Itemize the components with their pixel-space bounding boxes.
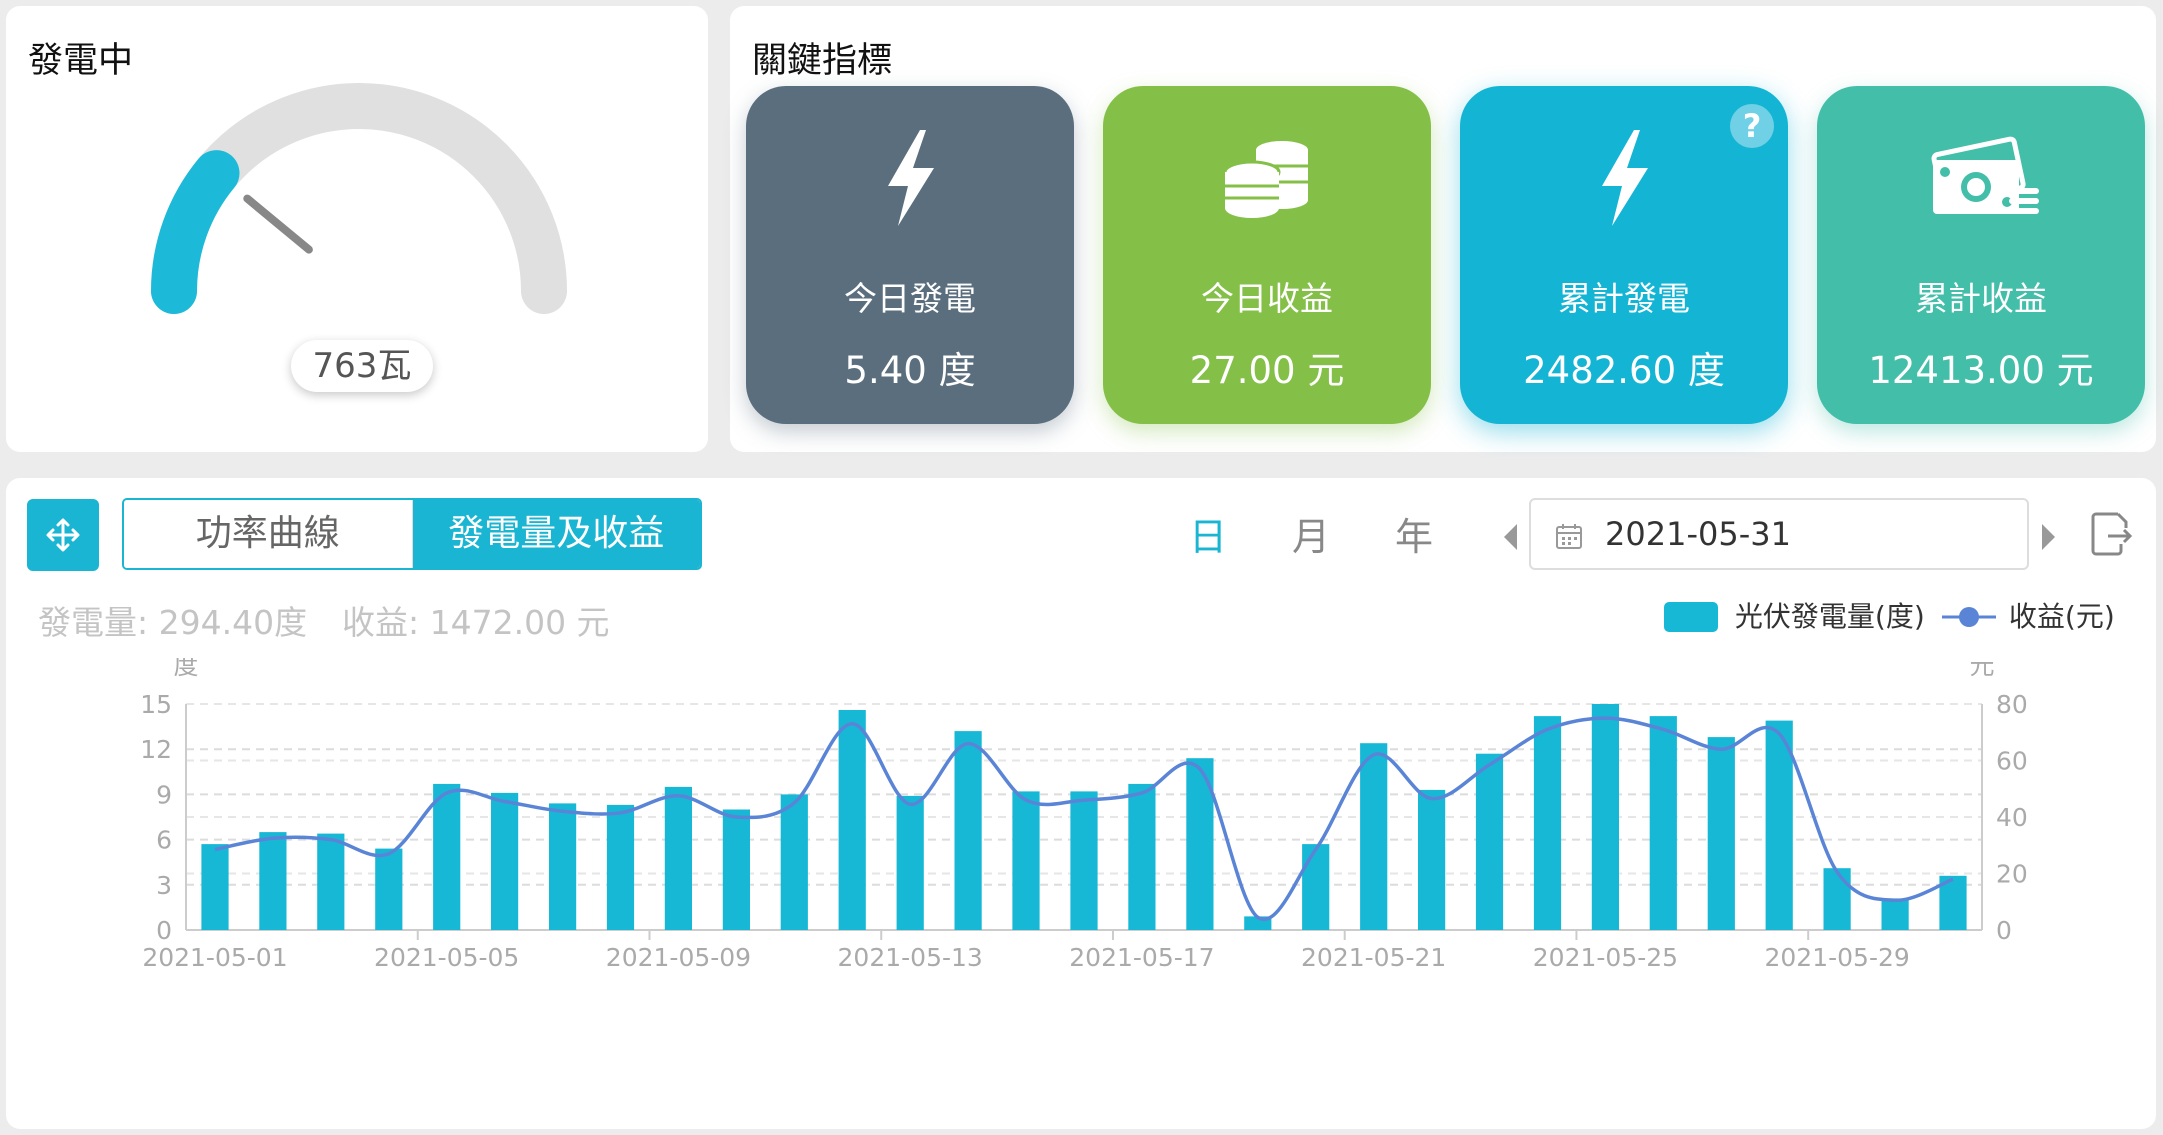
bar <box>259 832 287 930</box>
x-tick-label: 2021-05-05 <box>374 943 519 972</box>
x-tick-label: 2021-05-25 <box>1533 943 1678 972</box>
legend-bar-label: 光伏發電量(度) <box>1734 600 1925 633</box>
bar <box>317 833 345 930</box>
bar <box>549 803 577 930</box>
generation-revenue-chart: 度 元 0 3 6 9 12 15 0 20 40 60 80 2021-05-01 2021-05-05 2… <box>140 658 2028 972</box>
bar <box>1070 791 1098 930</box>
bar <box>1533 716 1562 930</box>
chart-tabs: 功率曲線 發電量及收益 <box>122 498 702 570</box>
period-year[interactable]: 年 <box>1395 506 1433 561</box>
bar <box>375 848 403 930</box>
coins-icon <box>1223 141 1308 218</box>
x-tick-label: 2021-05-01 <box>142 943 287 972</box>
gauge-needle <box>243 194 313 254</box>
bar <box>1707 737 1735 930</box>
gauge-value: 763瓦 <box>291 340 433 392</box>
generation-revenue-panel: 功率曲線 發電量及收益 日 月 年 2021-05-31 發電量: 294.40… <box>6 478 2156 1129</box>
date-picker[interactable]: 2021-05-31 <box>1529 498 2029 570</box>
kpi-label: 今日發電 <box>844 279 976 318</box>
y-right-tick-label: 0 <box>1996 916 2012 945</box>
y-right-tick-label: 20 <box>1996 860 2028 889</box>
x-tick-label: 2021-05-13 <box>838 943 983 972</box>
x-tick-label: 2021-05-29 <box>1765 943 1910 972</box>
kpi-value: 27.00 元 <box>1189 349 1345 392</box>
y-right-tick-label: 60 <box>1996 747 2028 776</box>
kpi-value: 2482.60 度 <box>1523 349 1725 392</box>
y-left-tick-label: 3 <box>156 871 172 900</box>
y-left-unit-label: 度 <box>173 658 198 680</box>
legend-bar-swatch <box>1664 602 1718 632</box>
gauge-fill <box>151 150 240 314</box>
bar <box>1302 844 1330 930</box>
x-tick-label: 2021-05-17 <box>1069 943 1214 972</box>
kpi-label: 累計發電 <box>1558 279 1690 318</box>
lightning-icon <box>888 130 934 226</box>
y-left-tick-label: 9 <box>156 780 172 809</box>
legend-line-label: 收益(元) <box>2008 600 2115 633</box>
bar <box>1128 783 1156 930</box>
export-icon[interactable] <box>2088 510 2134 558</box>
bar <box>780 794 808 930</box>
kpi-today-generation: 今日發電 5.40 度 <box>746 86 1074 424</box>
bar <box>664 786 692 930</box>
bar <box>1475 753 1504 930</box>
kpi-total-revenue: 累計收益 12413.00 元 <box>1817 86 2145 424</box>
bar <box>896 795 924 930</box>
date-value: 2021-05-31 <box>1605 515 1791 553</box>
period-day[interactable]: 日 <box>1189 506 1227 561</box>
y-left-tick-label: 0 <box>156 916 172 945</box>
legend-bar[interactable]: 光伏發電量(度) <box>1664 596 1925 637</box>
kpi-label: 今日收益 <box>1201 279 1333 318</box>
legend-line-swatch <box>1942 607 1996 627</box>
total-generation-text: 發電量: 294.40度 <box>38 603 308 642</box>
prev-date-arrow[interactable] <box>1504 524 1517 550</box>
bar <box>722 809 750 930</box>
y-left-tick-label: 12 <box>140 735 172 764</box>
lightning-icon <box>1602 130 1648 226</box>
y-right-unit-label: 元 <box>1969 658 1994 680</box>
bar <box>838 710 866 930</box>
bar <box>1881 898 1909 930</box>
tab-power-curve[interactable]: 功率曲線 <box>124 500 413 568</box>
bar <box>606 804 635 930</box>
y-left-tick-label: 6 <box>156 826 172 855</box>
bar <box>1418 789 1446 930</box>
period-month[interactable]: 月 <box>1292 506 1330 561</box>
kpi-label: 累計收益 <box>1915 279 2047 318</box>
x-tick-label: 2021-05-09 <box>606 943 751 972</box>
power-gauge <box>151 83 567 314</box>
bar <box>1591 704 1619 930</box>
legend-line[interactable]: 收益(元) <box>1942 596 2115 637</box>
tab-generation-revenue[interactable]: 發電量及收益 <box>412 500 700 568</box>
bar <box>491 792 519 930</box>
bar <box>1012 791 1040 930</box>
bar <box>1823 868 1851 930</box>
bar <box>201 844 229 930</box>
kpi-total-generation: ? 累計發電 2482.60 度 <box>1460 86 1788 424</box>
y-right-tick-label: 80 <box>1996 690 2028 719</box>
kpi-value: 5.40 度 <box>844 349 976 392</box>
gauge-panel: 發電中 763瓦 <box>6 6 708 452</box>
next-date-arrow[interactable] <box>2042 524 2055 550</box>
gauge-track <box>151 83 567 314</box>
bar <box>1649 716 1677 930</box>
kpi-value: 12413.00 元 <box>1868 349 2094 392</box>
x-tick-label: 2021-05-21 <box>1301 943 1446 972</box>
bar <box>1360 743 1388 930</box>
kpi-title: 關鍵指標 <box>752 41 893 81</box>
move-button[interactable] <box>27 499 99 571</box>
total-revenue-text: 收益: 1472.00 元 <box>342 603 610 642</box>
bar <box>433 783 461 930</box>
calendar-icon <box>1556 524 1582 549</box>
bar <box>954 731 982 930</box>
y-right-tick-label: 40 <box>1996 803 2028 832</box>
cash-icon <box>1931 136 2039 214</box>
y-left-tick-label: 15 <box>140 690 172 719</box>
move-icon <box>46 518 80 552</box>
kpi-today-revenue: 今日收益 27.00 元 <box>1103 86 1431 424</box>
key-indicators-panel: 關鍵指標 今日發電 5.40 度 今日收益 27.00 元 ? 累計發電 248… <box>730 6 2156 452</box>
